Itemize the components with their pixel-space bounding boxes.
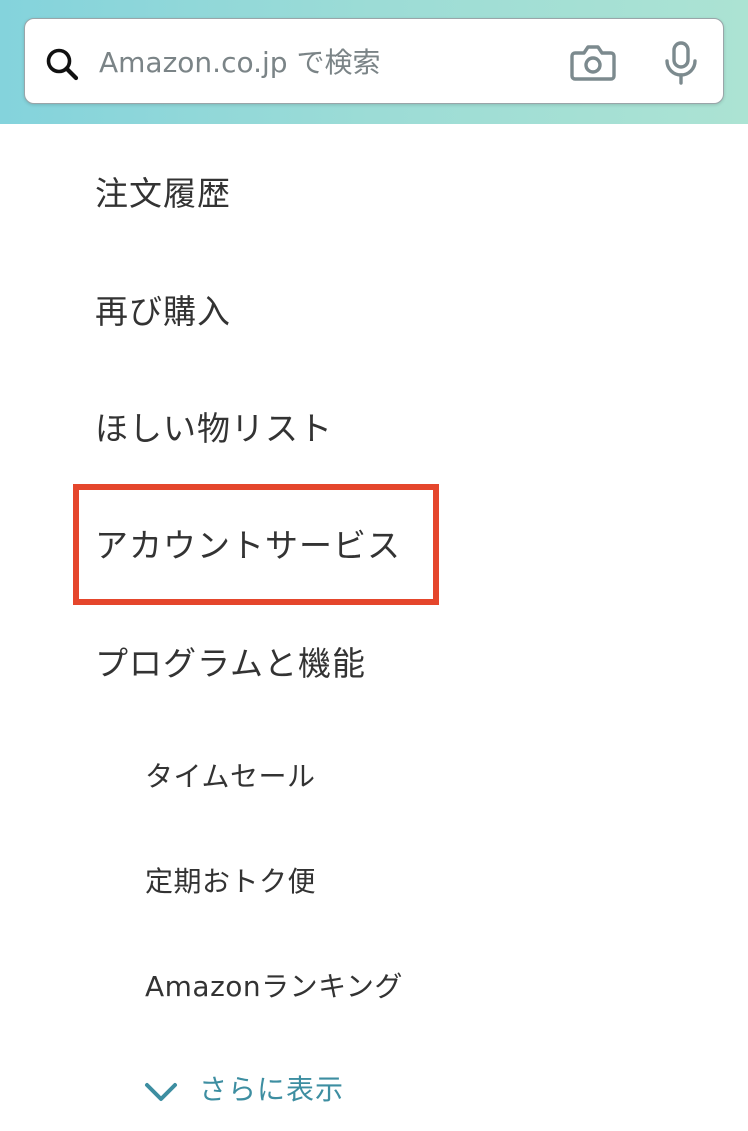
search-bar[interactable]: [24, 18, 724, 104]
show-more-label: さらに表示: [199, 1073, 345, 1106]
menu-item-wish-list[interactable]: ほしい物リスト: [95, 409, 333, 449]
show-more-button[interactable]: さらに表示: [143, 1066, 344, 1110]
section-heading-programs-features[interactable]: プログラムと機能: [95, 644, 366, 684]
chevron-down-icon: [145, 1083, 177, 1101]
menu-item-order-history[interactable]: 注文履歴: [95, 174, 231, 214]
microphone-icon[interactable]: [663, 41, 699, 85]
menu-item-buy-again[interactable]: 再び購入: [95, 292, 231, 332]
menu-item-subscribe-save[interactable]: 定期おトク便: [145, 864, 316, 900]
highlight-box: [73, 484, 439, 605]
menu-item-amazon-ranking[interactable]: Amazonランキング: [145, 969, 403, 1005]
search-icon[interactable]: [44, 46, 80, 82]
menu-item-time-sale[interactable]: タイムセール: [145, 759, 315, 795]
camera-icon[interactable]: [570, 42, 616, 82]
search-input[interactable]: [99, 39, 559, 85]
header-bar: [0, 0, 748, 124]
